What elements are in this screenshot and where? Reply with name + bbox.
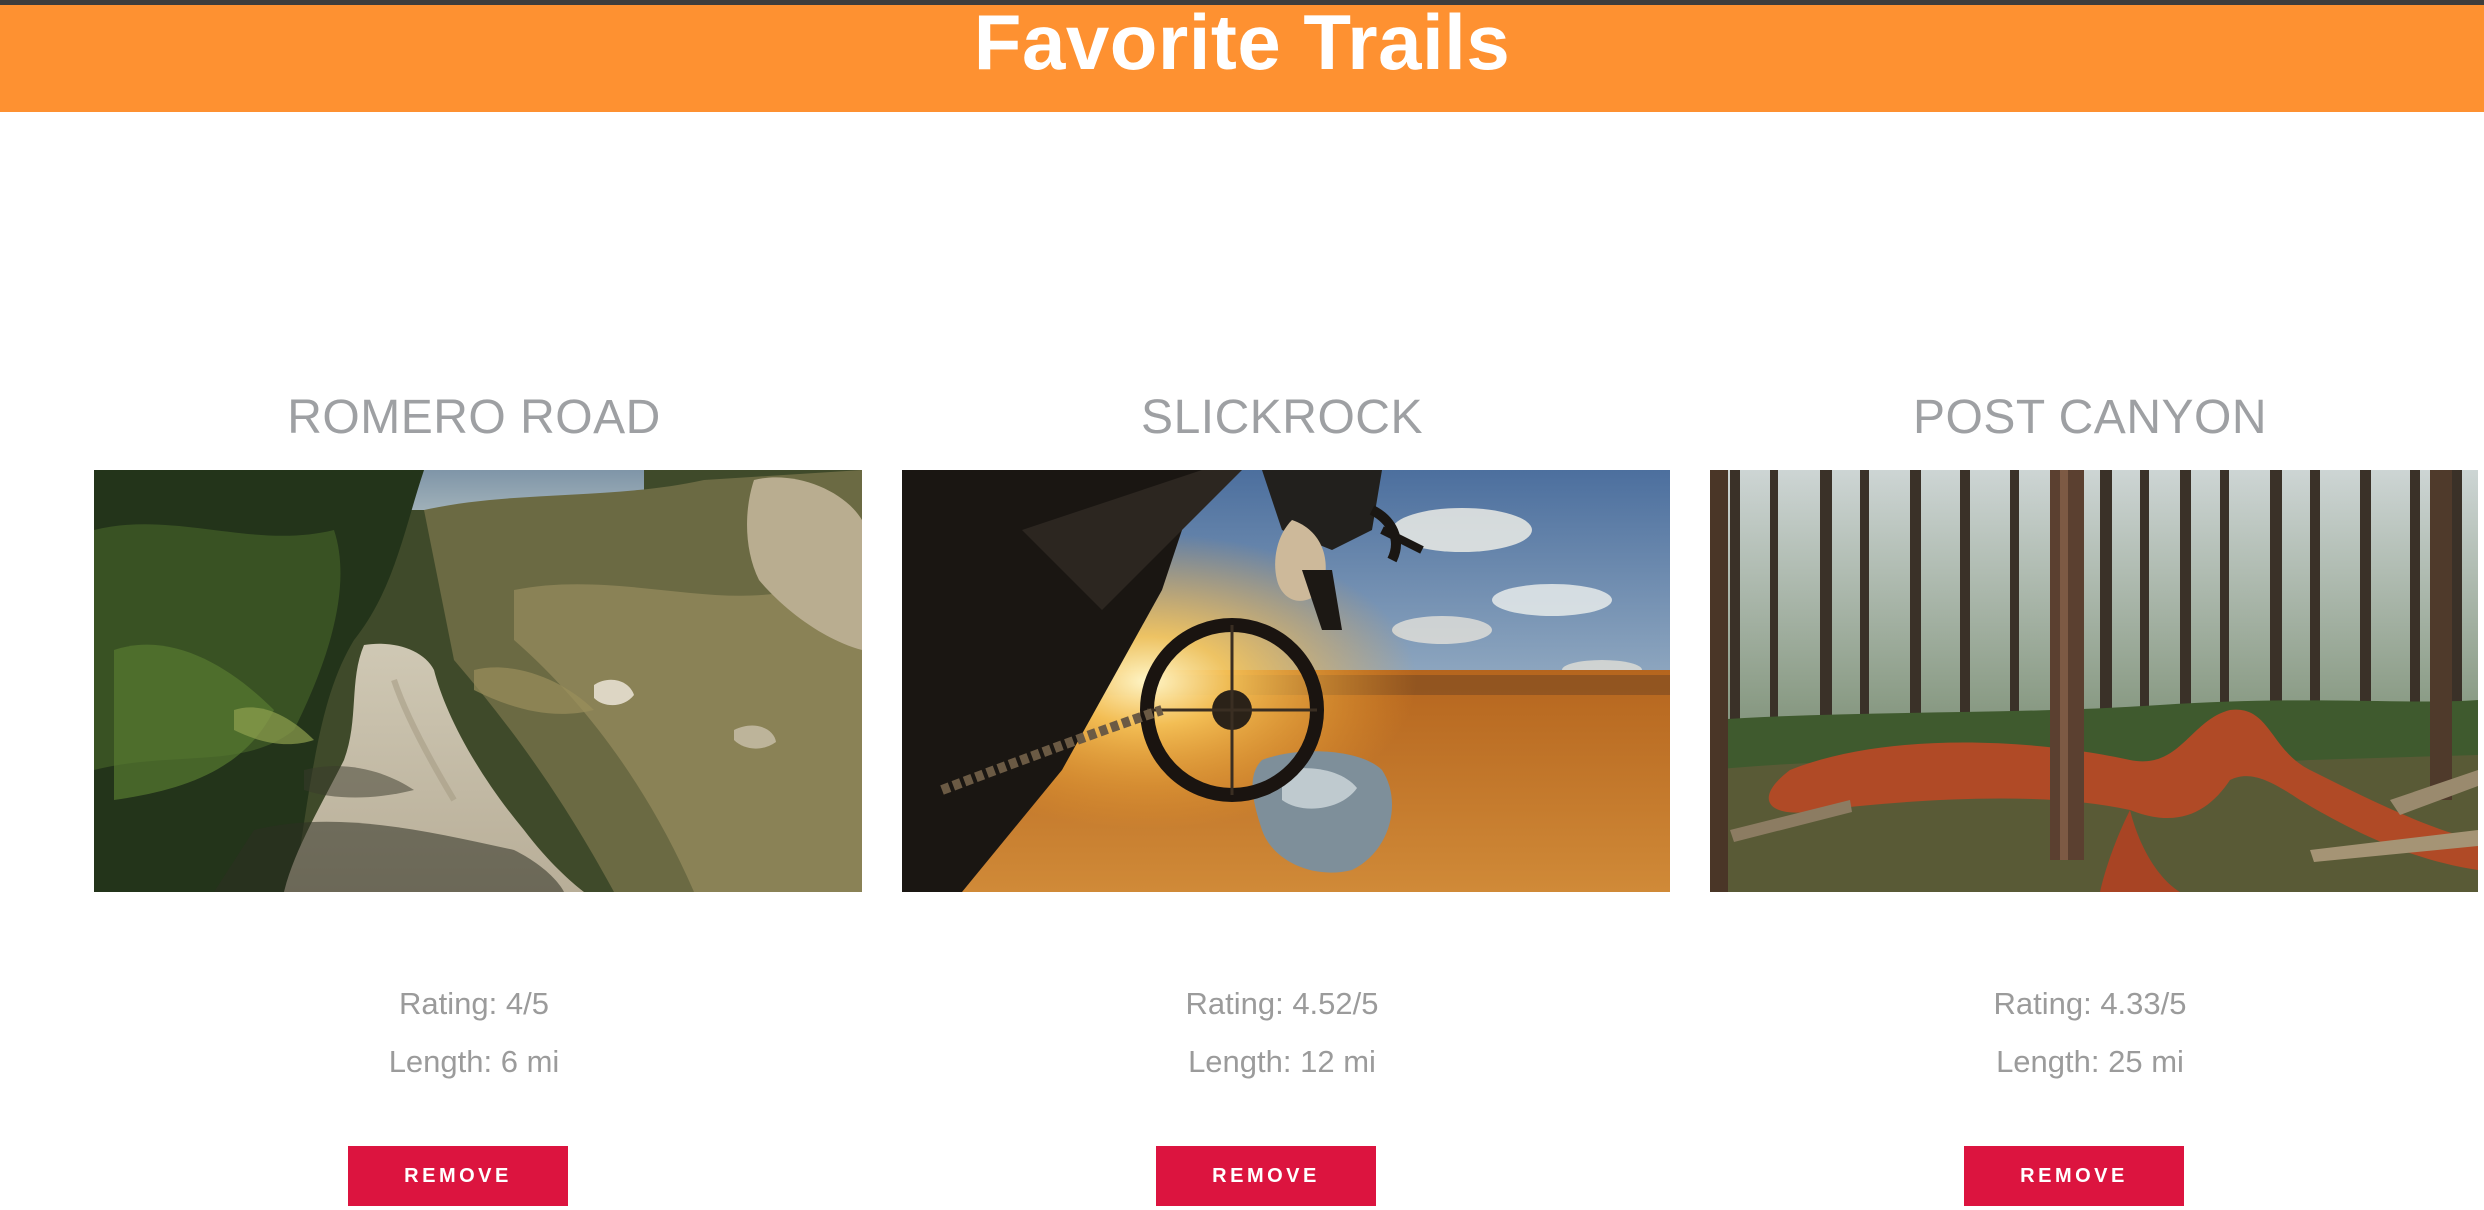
forest-trail-photo — [1710, 470, 2478, 892]
trail-length: Length: 6 mi — [388, 1044, 560, 1079]
page-title: Favorite Trails — [973, 0, 1511, 86]
remove-button[interactable]: REMOVE — [1964, 1146, 2184, 1206]
trail-rating: Rating: 4.52/5 — [1185, 986, 1379, 1021]
trail-card-romero-road: ROMERO ROAD Rating: 4/5 Length: 6 mi REM… — [94, 380, 862, 1210]
page-header: Favorite Trails — [0, 0, 2484, 112]
dirt-trail-photo — [94, 470, 862, 892]
mountain-bike-sunset-photo — [902, 470, 1670, 892]
trail-card-post-canyon: POST CANYON Rating: 4.33/5 Length: 25 mi… — [1710, 380, 2478, 1210]
trail-name: SLICKROCK — [1141, 391, 1423, 444]
trail-name: ROMERO ROAD — [287, 391, 661, 444]
trail-rating: Rating: 4.33/5 — [1993, 986, 2187, 1021]
remove-button[interactable]: REMOVE — [1156, 1146, 1376, 1206]
trail-length: Length: 12 mi — [1188, 1044, 1376, 1079]
trail-rating: Rating: 4/5 — [399, 986, 549, 1021]
remove-button[interactable]: REMOVE — [348, 1146, 568, 1206]
trail-name: POST CANYON — [1912, 391, 2267, 444]
trail-card-slickrock: SLICKROCK Rating: 4.52/5 Length: 12 mi R… — [902, 380, 1670, 1210]
trail-length: Length: 25 mi — [1996, 1044, 2184, 1079]
